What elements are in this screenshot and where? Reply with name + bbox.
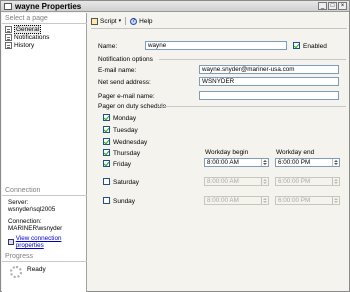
wednesday-checkbox[interactable] — [103, 138, 110, 145]
page-icon — [5, 33, 12, 41]
netsend-input[interactable]: WSNYDER — [199, 77, 339, 86]
page-icon — [5, 25, 12, 33]
sunday-end-time[interactable]: 6:00:00 PM — [275, 196, 340, 205]
email-input[interactable]: wayne.snyder@mariner-usa.com — [199, 65, 339, 74]
enabled-label: Enabled — [303, 43, 327, 50]
connection-value: MARINER\wsnyder — [8, 225, 63, 232]
select-page-header: Select a page — [2, 15, 87, 24]
saturday-end-time[interactable]: 6:00:00 PM — [275, 177, 340, 186]
wednesday-label: Wednesday — [113, 139, 148, 146]
tuesday-checkbox[interactable] — [103, 126, 110, 133]
progress-spinner-icon — [10, 266, 22, 278]
friday-label: Friday — [113, 161, 132, 168]
minimize-button[interactable]: _ — [318, 2, 327, 10]
toolbar: Script ▾ ? Help — [91, 16, 153, 26]
window-title: wayne Properties — [15, 2, 82, 11]
page-icon — [5, 41, 12, 49]
page-history[interactable]: History — [5, 41, 34, 49]
title-bar: wayne Properties _ □ × — [1, 1, 349, 12]
help-icon: ? — [130, 17, 138, 25]
group-divider — [157, 106, 346, 107]
window-icon — [4, 3, 12, 10]
sunday-begin-time[interactable]: 8:00:00 AM — [204, 196, 269, 205]
time-spinner-icon[interactable] — [261, 159, 268, 166]
netsend-label: Net send address: — [98, 79, 151, 86]
connection-header: Connection — [2, 187, 87, 196]
time-spinner-icon[interactable] — [332, 178, 339, 185]
name-label: Name: — [98, 43, 118, 50]
script-button[interactable]: Script ▾ — [91, 17, 122, 25]
weekday-begin-time[interactable]: 8:00:00 AM — [204, 158, 269, 167]
name-input[interactable]: wayne — [145, 41, 287, 50]
progress-header: Progress — [2, 253, 87, 262]
toolbar-separator — [125, 17, 127, 25]
pager-email-input[interactable] — [199, 91, 339, 100]
time-spinner-icon[interactable] — [332, 159, 339, 166]
sunday-label: Sunday — [113, 198, 136, 205]
group-divider — [159, 59, 346, 60]
connection-label: Connection: — [8, 218, 42, 225]
notification-options-title: Notification options — [98, 56, 153, 63]
monday-checkbox[interactable] — [103, 114, 110, 121]
left-pane: Select a page General Notifications Hist… — [2, 13, 87, 292]
time-spinner-icon[interactable] — [261, 197, 268, 204]
thursday-checkbox[interactable] — [103, 149, 110, 156]
tuesday-label: Tuesday — [113, 127, 138, 134]
monday-label: Monday — [113, 115, 137, 122]
chevron-down-icon[interactable]: ▾ — [119, 18, 122, 24]
saturday-label: Saturday — [113, 179, 140, 186]
thursday-label: Thursday — [113, 150, 141, 157]
close-button[interactable]: × — [338, 2, 347, 10]
server-value: wsnyder\sql2005 — [8, 206, 56, 213]
status-text: Ready — [27, 266, 46, 273]
maximize-button[interactable]: □ — [328, 2, 337, 10]
pager-email-label: Pager e-mail name: — [98, 93, 155, 100]
friday-checkbox[interactable] — [103, 160, 110, 167]
page-notifications[interactable]: Notifications — [5, 33, 49, 41]
view-connection-properties-link[interactable]: View connection properties — [8, 235, 86, 249]
help-button[interactable]: ? Help — [130, 17, 153, 25]
email-label: E-mail name: — [98, 67, 137, 74]
weekday-end-time[interactable]: 6:00:00 PM — [275, 158, 340, 167]
time-spinner-icon[interactable] — [261, 178, 268, 185]
workday-begin-label: Workday begin — [205, 149, 249, 156]
server-label: Server: — [8, 199, 29, 206]
time-spinner-icon[interactable] — [332, 197, 339, 204]
properties-icon — [8, 239, 14, 245]
page-general[interactable]: General — [5, 24, 42, 34]
sunday-checkbox[interactable] — [103, 197, 110, 204]
toolbar-divider — [91, 28, 347, 29]
saturday-begin-time[interactable]: 8:00:00 AM — [204, 177, 269, 186]
workday-end-label: Workday end — [276, 149, 315, 156]
script-icon — [91, 17, 98, 25]
enabled-checkbox[interactable] — [293, 42, 300, 49]
saturday-checkbox[interactable] — [103, 178, 110, 185]
properties-window: wayne Properties _ □ × Select a page Gen… — [0, 0, 350, 292]
